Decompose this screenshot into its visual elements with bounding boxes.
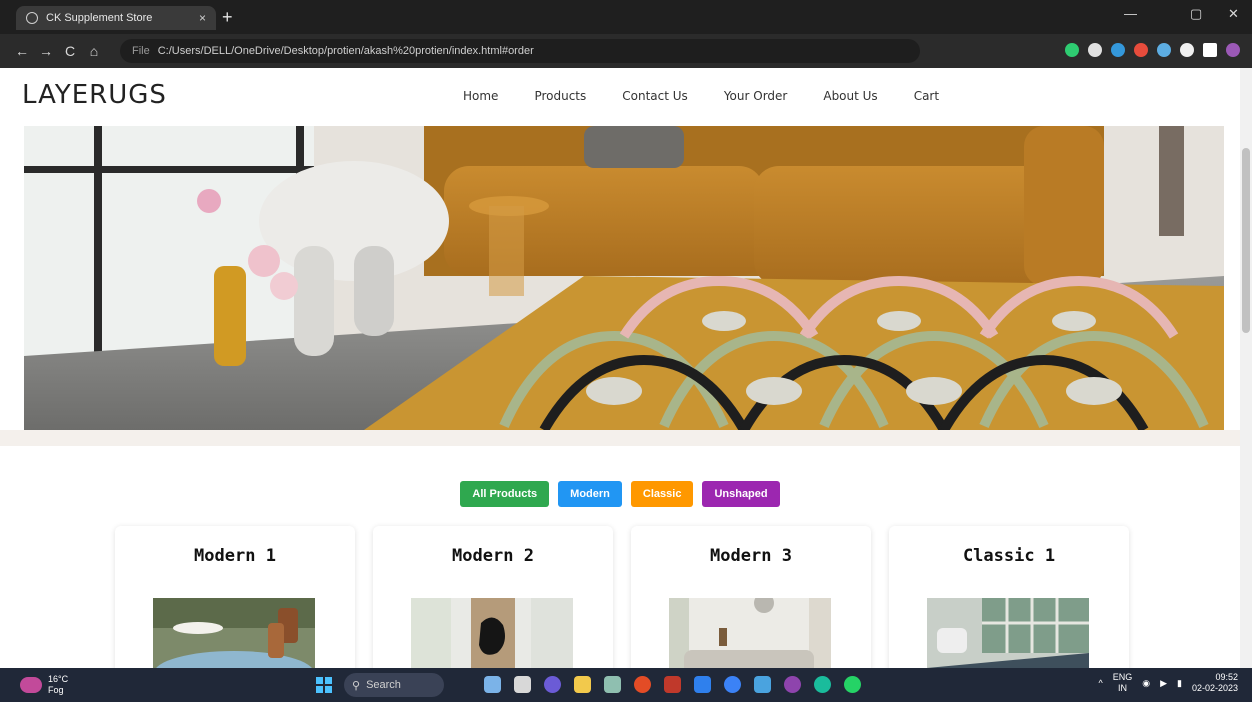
weather-desc: Fog	[48, 685, 64, 695]
language-indicator[interactable]: ENG IN	[1113, 672, 1133, 694]
filter-bar: All Products Modern Classic Unshaped	[0, 481, 1240, 507]
clock[interactable]: 09:52 02-02-2023	[1192, 672, 1238, 694]
region-code: IN	[1117, 683, 1127, 693]
reload-icon[interactable]: C	[58, 43, 82, 59]
product-grid: Modern 1 Modern 2 Modern 3 Classic 1	[115, 526, 1129, 668]
os-taskbar: 16°C Fog ⚲ Search ^ ENG IN ◉ ▶ ▮ 09:52 0…	[0, 668, 1252, 702]
filter-all-products-button[interactable]: All Products	[460, 481, 550, 507]
back-icon[interactable]: ←	[10, 43, 34, 59]
page-viewport: LAYERUGS Home Products Contact Us Your O…	[0, 68, 1240, 668]
browser-toolbar: ← → C ⌂ File C:/Users/DELL/OneDrive/Desk…	[0, 34, 1252, 68]
home-icon[interactable]: ⌂	[82, 43, 106, 59]
filter-unshaped-button[interactable]: Unshaped	[702, 481, 780, 507]
hero-image	[24, 126, 1224, 430]
app-icon[interactable]	[814, 676, 831, 693]
nav-home[interactable]: Home	[463, 89, 498, 103]
filter-modern-button[interactable]: Modern	[558, 481, 622, 507]
store-icon[interactable]	[754, 676, 771, 693]
address-bar[interactable]: File C:/Users/DELL/OneDrive/Desktop/prot…	[120, 39, 920, 63]
site-logo[interactable]: LAYERUGS	[22, 80, 167, 110]
task-view-icon[interactable]	[514, 676, 531, 693]
extensions-row	[1065, 43, 1240, 57]
close-window-button[interactable]: ✕	[1228, 6, 1239, 22]
file-explorer-icon[interactable]	[574, 676, 591, 693]
tab-title: CK Supplement Store	[46, 12, 153, 24]
minimize-button[interactable]: —	[1124, 6, 1137, 21]
language-code: ENG	[1112, 672, 1133, 682]
hallway-art-image[interactable]	[411, 598, 573, 668]
browser-tab-strip: CK Supplement Store × + — ▢ ✕	[0, 0, 1252, 34]
chat-icon[interactable]	[544, 676, 561, 693]
sidebar-icon[interactable]	[1203, 43, 1217, 57]
product-card[interactable]: Modern 1	[115, 526, 355, 668]
scrollbar-thumb[interactable]	[1242, 148, 1250, 333]
weather-icon	[20, 677, 42, 693]
search-icon: ⚲	[352, 679, 361, 692]
clock-time: 09:52	[1215, 672, 1238, 682]
globe-icon	[26, 12, 38, 24]
hero-bottom-strip	[0, 430, 1240, 446]
chrome-icon[interactable]	[634, 676, 651, 693]
nav-contact[interactable]: Contact Us	[622, 89, 688, 103]
weather-widget[interactable]: 16°C Fog	[20, 674, 68, 696]
nav-cart[interactable]: Cart	[914, 89, 939, 103]
settings-icon[interactable]	[604, 676, 621, 693]
nav-products[interactable]: Products	[534, 89, 586, 103]
url-text[interactable]: C:/Users/DELL/OneDrive/Desktop/protien/a…	[158, 45, 534, 57]
hero-banner	[24, 126, 1224, 430]
vscode-icon[interactable]	[694, 676, 711, 693]
maximize-button[interactable]: ▢	[1190, 6, 1202, 22]
new-tab-button[interactable]: +	[222, 6, 233, 28]
nav-about[interactable]: About Us	[823, 89, 877, 103]
extension-icon[interactable]	[1065, 43, 1079, 57]
widgets-icon[interactable]	[484, 676, 501, 693]
main-nav: Home Products Contact Us Your Order Abou…	[463, 89, 975, 103]
file-label: File	[132, 45, 150, 57]
battery-icon[interactable]: ▮	[1177, 678, 1182, 689]
classic-room-image[interactable]	[927, 598, 1089, 668]
forward-icon[interactable]: →	[34, 43, 58, 59]
product-title: Modern 1	[194, 546, 276, 566]
product-card[interactable]: Classic 1	[889, 526, 1129, 668]
site-header: LAYERUGS Home Products Contact Us Your O…	[0, 68, 1240, 126]
nav-your-order[interactable]: Your Order	[724, 89, 788, 103]
profile-avatar[interactable]	[1226, 43, 1240, 57]
product-title: Modern 3	[710, 546, 792, 566]
extension-icon[interactable]	[1111, 43, 1125, 57]
app-icon[interactable]	[664, 676, 681, 693]
start-icon[interactable]	[316, 677, 332, 693]
wifi-icon[interactable]: ◉	[1142, 678, 1150, 689]
page-scrollbar[interactable]	[1240, 68, 1252, 668]
weather-temp: 16°C	[48, 674, 69, 684]
taskbar-apps	[484, 676, 861, 693]
product-title: Classic 1	[962, 546, 1056, 566]
browser-tab[interactable]: CK Supplement Store ×	[16, 6, 216, 30]
whatsapp-icon[interactable]	[844, 676, 861, 693]
system-tray: ^ ENG IN ◉ ▶ ▮ 09:52 02-02-2023	[1098, 672, 1238, 694]
chevron-up-icon[interactable]: ^	[1098, 678, 1102, 688]
extension-icon[interactable]	[1134, 43, 1148, 57]
volume-icon[interactable]: ▶	[1160, 678, 1167, 689]
app-icon[interactable]	[784, 676, 801, 693]
extension-icon[interactable]	[1088, 43, 1102, 57]
product-card[interactable]: Modern 3	[631, 526, 871, 668]
taskbar-search-label: Search	[366, 679, 401, 691]
puzzle-icon[interactable]	[1180, 43, 1194, 57]
edge-icon[interactable]	[724, 676, 741, 693]
product-title: Modern 2	[452, 546, 534, 566]
clock-date: 02-02-2023	[1191, 683, 1238, 693]
living-room-image[interactable]	[669, 598, 831, 668]
product-card[interactable]: Modern 2	[373, 526, 613, 668]
close-tab-icon[interactable]: ×	[199, 11, 206, 25]
patio-rug-image[interactable]	[153, 598, 315, 668]
extension-icon[interactable]	[1157, 43, 1171, 57]
taskbar-search[interactable]: ⚲ Search	[344, 673, 444, 697]
filter-classic-button[interactable]: Classic	[630, 481, 694, 507]
